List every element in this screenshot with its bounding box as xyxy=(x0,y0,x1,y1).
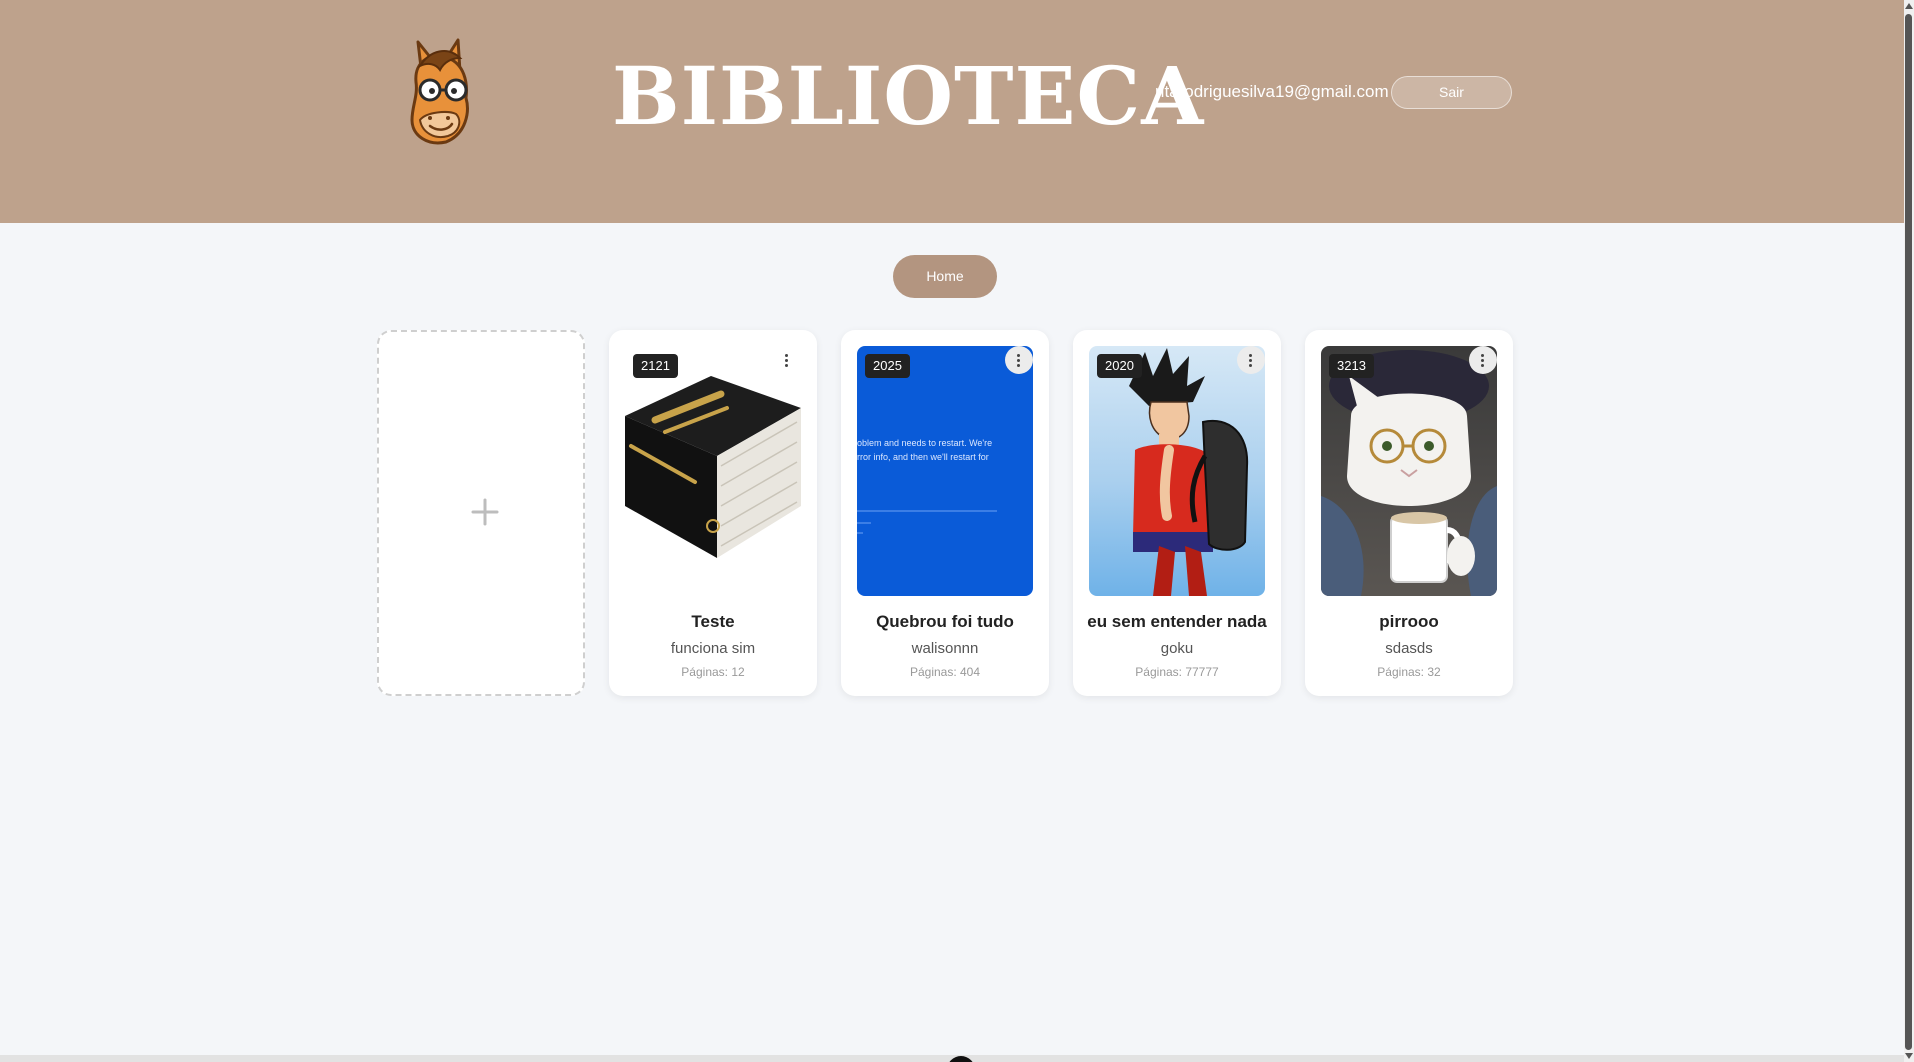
vertical-scrollbar[interactable] xyxy=(1904,0,1914,1062)
add-book-card[interactable] xyxy=(377,330,585,696)
page: BIBLIOTECA ritarodriguesilva19@gmail.com… xyxy=(0,0,1904,1062)
year-badge: 2020 xyxy=(1097,354,1142,378)
scrollbar-thumb[interactable] xyxy=(1905,14,1912,1050)
book-card[interactable]: 2121 Teste funciona sim Páginas: 12 xyxy=(609,330,817,696)
book-title: Teste xyxy=(691,612,735,631)
book-card[interactable]: oblem and needs to restart. We're rror i… xyxy=(841,330,1049,696)
year-badge: 2025 xyxy=(865,354,910,378)
plus-icon xyxy=(471,498,499,526)
book-pages: Páginas: 32 xyxy=(1377,665,1441,679)
cover-error-text: oblem and needs to restart. We're xyxy=(857,438,993,448)
book-pages: Páginas: 77777 xyxy=(1135,665,1219,679)
year-badge: 3213 xyxy=(1329,354,1374,378)
book-author: goku xyxy=(1160,640,1194,657)
book-card[interactable]: 3213 pirrooo sdasds Páginas: 32 xyxy=(1305,330,1513,696)
scroll-down-arrow-icon[interactable] xyxy=(1904,1050,1914,1062)
cover-error-text: rror info, and then we'll restart for xyxy=(857,452,989,462)
page-title: BIBLIOTECA xyxy=(612,49,1205,143)
more-options-icon[interactable] xyxy=(1237,346,1265,374)
book-author: funciona sim xyxy=(670,640,756,657)
book-title: eu sem entender nada xyxy=(1087,612,1267,631)
scroll-up-arrow-icon[interactable] xyxy=(1904,0,1914,12)
user-email: ritarodriguesilva19@gmail.com xyxy=(1155,82,1389,101)
year-badge: 2121 xyxy=(633,354,678,378)
book-title: Quebrou foi tudo xyxy=(876,612,1014,631)
book-title: pirrooo xyxy=(1379,612,1439,631)
book-cover-image: oblem and needs to restart. We're rror i… xyxy=(857,346,1033,596)
more-options-icon[interactable] xyxy=(1469,346,1497,374)
book-pages: Páginas: 404 xyxy=(909,665,981,679)
book-card[interactable]: 2020 eu sem entender nada goku Páginas: … xyxy=(1073,330,1281,696)
book-cover-image xyxy=(1089,346,1265,596)
book-author: sdasds xyxy=(1385,640,1433,657)
book-pages: Páginas: 12 xyxy=(681,665,745,679)
more-options-icon[interactable] xyxy=(773,346,801,374)
logout-button[interactable]: Sair xyxy=(1391,76,1512,109)
horse-logo-icon xyxy=(410,38,469,145)
book-cover-image xyxy=(625,346,801,596)
book-author: walisonnn xyxy=(911,640,979,657)
header: BIBLIOTECA ritarodriguesilva19@gmail.com… xyxy=(0,0,1904,223)
more-options-icon[interactable] xyxy=(1005,346,1033,374)
book-cover-image xyxy=(1321,346,1497,596)
home-button[interactable]: Home xyxy=(893,255,997,298)
